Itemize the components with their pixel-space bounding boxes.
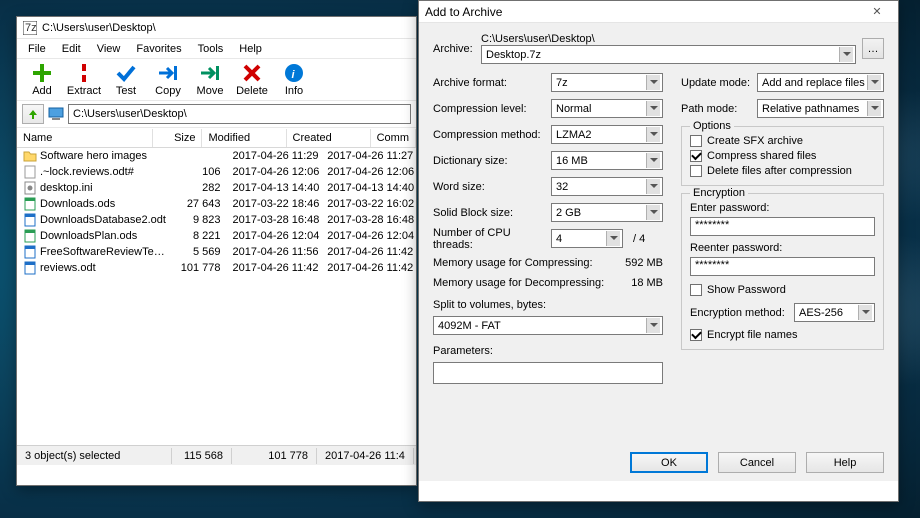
- password-input[interactable]: ********: [690, 217, 875, 236]
- menu-favorites[interactable]: Favorites: [129, 41, 188, 57]
- file-row[interactable]: .~lock.reviews.odt#1062017-04-26 12:0620…: [17, 164, 416, 180]
- col-comments[interactable]: Comm: [371, 129, 416, 147]
- options-group: Options Create SFX archive Compress shar…: [681, 126, 884, 186]
- word-label: Word size:: [433, 181, 551, 193]
- menu-edit[interactable]: Edit: [55, 41, 88, 57]
- file-row[interactable]: Downloads.ods27 6432017-03-22 18:462017-…: [17, 196, 416, 212]
- split-label: Split to volumes, bytes:: [433, 299, 663, 311]
- extract-button[interactable]: Extract: [63, 62, 105, 97]
- file-row[interactable]: DownloadsPlan.ods8 2212017-04-26 12:0420…: [17, 228, 416, 244]
- up-button[interactable]: [22, 104, 44, 124]
- path-combo[interactable]: Relative pathnames: [757, 99, 884, 118]
- method-label: Compression method:: [433, 129, 551, 141]
- enter-pw-label: Enter password:: [690, 202, 875, 214]
- memd-label: Memory usage for Decompressing:: [433, 277, 604, 289]
- split-combo[interactable]: 4092M - FAT: [433, 316, 663, 335]
- file-list-header: Name Size Modified Created Comm: [17, 128, 416, 148]
- col-size[interactable]: Size: [153, 129, 202, 147]
- file-row[interactable]: reviews.odt101 7782017-04-26 11:422017-0…: [17, 260, 416, 276]
- address-bar: C:\Users\user\Desktop\: [17, 101, 416, 128]
- menu-tools[interactable]: Tools: [191, 41, 231, 57]
- browse-button[interactable]: …: [862, 38, 884, 59]
- update-combo[interactable]: Add and replace files: [757, 73, 884, 92]
- threads-label: Number of CPU threads:: [433, 227, 551, 251]
- encryption-legend: Encryption: [690, 187, 748, 199]
- file-list[interactable]: Software hero images2017-04-26 11:292017…: [17, 148, 416, 445]
- reenter-pw-label: Reenter password:: [690, 242, 875, 254]
- delete-button[interactable]: Delete: [231, 62, 273, 97]
- test-button[interactable]: Test: [105, 62, 147, 97]
- encmethod-label: Encryption method:: [690, 307, 794, 319]
- menu-view[interactable]: View: [90, 41, 128, 57]
- params-input[interactable]: [433, 362, 663, 384]
- threads-combo[interactable]: 4: [551, 229, 623, 248]
- shared-checkbox[interactable]: Compress shared files: [690, 150, 875, 162]
- col-modified[interactable]: Modified: [202, 129, 286, 147]
- file-row[interactable]: FreeSoftwareReviewTe…5 5692017-04-26 11:…: [17, 244, 416, 260]
- encrypt-names-checkbox[interactable]: Encrypt file names: [690, 329, 875, 341]
- status-size2: 101 778: [232, 448, 317, 464]
- move-button[interactable]: Move: [189, 62, 231, 97]
- encmethod-combo[interactable]: AES-256: [794, 303, 875, 322]
- level-combo[interactable]: Normal: [551, 99, 663, 118]
- sfx-checkbox[interactable]: Create SFX archive: [690, 135, 875, 147]
- address-input[interactable]: C:\Users\user\Desktop\: [68, 104, 411, 124]
- info-button[interactable]: iInfo: [273, 62, 315, 97]
- options-legend: Options: [690, 120, 734, 132]
- menu-help[interactable]: Help: [232, 41, 269, 57]
- status-size1: 115 568: [172, 448, 232, 464]
- file-row[interactable]: desktop.ini2822017-04-13 14:402017-04-13…: [17, 180, 416, 196]
- delete-after-checkbox[interactable]: Delete files after compression: [690, 165, 875, 177]
- memd-value: 18 MB: [631, 277, 663, 289]
- ok-button[interactable]: OK: [630, 452, 708, 473]
- close-button[interactable]: ✕: [862, 2, 892, 22]
- archive-label: Archive:: [433, 43, 475, 55]
- status-date: 2017-04-26 11:4: [317, 448, 414, 464]
- threads-of: / 4: [633, 233, 645, 245]
- dlg-title: Add to Archive: [425, 5, 862, 19]
- word-combo[interactable]: 32: [551, 177, 663, 196]
- memc-label: Memory usage for Compressing:: [433, 257, 593, 269]
- arrow-up-icon: [27, 108, 39, 120]
- cancel-button[interactable]: Cancel: [718, 452, 796, 473]
- update-label: Update mode:: [681, 77, 757, 89]
- fm-titlebar[interactable]: 7z C:\Users\user\Desktop\: [17, 17, 416, 39]
- copy-button[interactable]: Copy: [147, 62, 189, 97]
- status-selected: 3 object(s) selected: [17, 448, 172, 464]
- computer-icon: [48, 106, 64, 122]
- sblock-combo[interactable]: 2 GB: [551, 203, 663, 222]
- format-combo[interactable]: 7z: [551, 73, 663, 92]
- 7zip-file-manager-window: 7z C:\Users\user\Desktop\ File Edit View…: [16, 16, 417, 486]
- sblock-label: Solid Block size:: [433, 207, 551, 219]
- dropdown-arrow-icon: [839, 47, 853, 62]
- dict-label: Dictionary size:: [433, 155, 551, 167]
- dict-combo[interactable]: 16 MB: [551, 151, 663, 170]
- show-password-checkbox[interactable]: Show Password: [690, 284, 875, 296]
- svg-text:7z: 7z: [25, 22, 37, 34]
- format-label: Archive format:: [433, 77, 551, 89]
- toolbar: Add Extract Test Copy Move Delete iInfo: [17, 58, 416, 101]
- menu-file[interactable]: File: [21, 41, 53, 57]
- col-name[interactable]: Name: [17, 129, 153, 147]
- encryption-group: Encryption Enter password: ******** Reen…: [681, 193, 884, 350]
- archive-path: C:\Users\user\Desktop\: [481, 33, 856, 45]
- memc-value: 592 MB: [625, 257, 663, 269]
- file-row[interactable]: DownloadsDatabase2.odt9 8232017-03-28 16…: [17, 212, 416, 228]
- password-confirm-input[interactable]: ********: [690, 257, 875, 276]
- status-bar: 3 object(s) selected 115 568 101 778 201…: [17, 445, 416, 465]
- path-label: Path mode:: [681, 103, 757, 115]
- add-to-archive-dialog: Add to Archive ✕ Archive: C:\Users\user\…: [418, 0, 899, 502]
- dlg-titlebar[interactable]: Add to Archive ✕: [419, 1, 898, 23]
- method-combo[interactable]: LZMA2: [551, 125, 663, 144]
- archive-name-combo[interactable]: Desktop.7z: [481, 45, 856, 64]
- help-button[interactable]: Help: [806, 452, 884, 473]
- add-button[interactable]: Add: [21, 62, 63, 97]
- params-label: Parameters:: [433, 345, 663, 357]
- level-label: Compression level:: [433, 103, 551, 115]
- menubar: File Edit View Favorites Tools Help: [17, 39, 416, 58]
- file-row[interactable]: Software hero images2017-04-26 11:292017…: [17, 148, 416, 164]
- window-title: C:\Users\user\Desktop\: [42, 22, 410, 34]
- app-icon: 7z: [23, 21, 37, 35]
- col-created[interactable]: Created: [287, 129, 371, 147]
